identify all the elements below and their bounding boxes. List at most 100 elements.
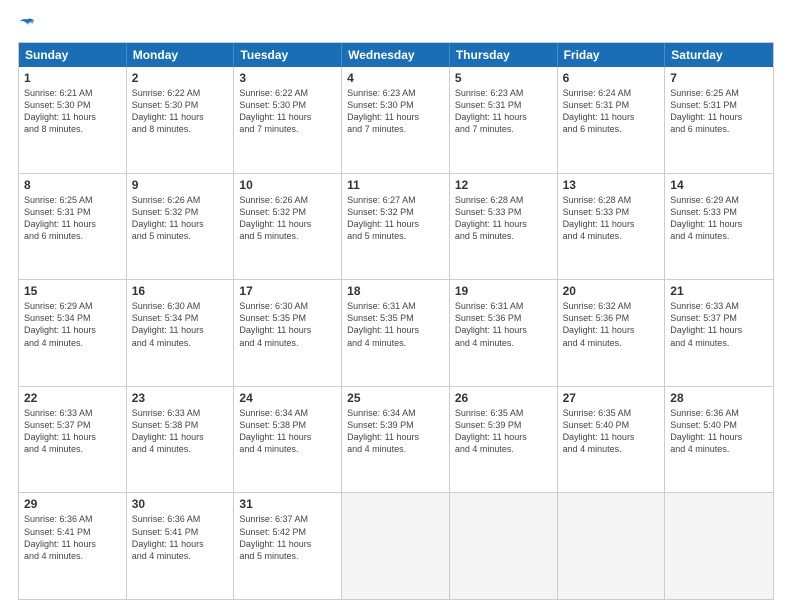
day-details: Sunrise: 6:30 AM Sunset: 5:34 PM Dayligh…: [132, 300, 229, 349]
header-day-tuesday: Tuesday: [234, 43, 342, 67]
day-number: 5: [455, 71, 552, 85]
calendar: SundayMondayTuesdayWednesdayThursdayFrid…: [18, 42, 774, 600]
day-number: 30: [132, 497, 229, 511]
day-number: 25: [347, 391, 444, 405]
day-cell-30: 30 Sunrise: 6:36 AM Sunset: 5:41 PM Dayli…: [127, 493, 235, 599]
day-number: 9: [132, 178, 229, 192]
day-cell-21: 21 Sunrise: 6:33 AM Sunset: 5:37 PM Dayli…: [665, 280, 773, 386]
day-details: Sunrise: 6:33 AM Sunset: 5:37 PM Dayligh…: [670, 300, 768, 349]
calendar-header: SundayMondayTuesdayWednesdayThursdayFrid…: [19, 43, 773, 67]
day-number: 17: [239, 284, 336, 298]
day-cell-22: 22 Sunrise: 6:33 AM Sunset: 5:37 PM Dayli…: [19, 387, 127, 493]
day-details: Sunrise: 6:37 AM Sunset: 5:42 PM Dayligh…: [239, 513, 336, 562]
day-details: Sunrise: 6:33 AM Sunset: 5:37 PM Dayligh…: [24, 407, 121, 456]
calendar-week-2: 8 Sunrise: 6:25 AM Sunset: 5:31 PM Daylig…: [19, 174, 773, 281]
day-number: 26: [455, 391, 552, 405]
empty-cell: [450, 493, 558, 599]
empty-cell: [558, 493, 666, 599]
day-number: 21: [670, 284, 768, 298]
day-cell-11: 11 Sunrise: 6:27 AM Sunset: 5:32 PM Dayli…: [342, 174, 450, 280]
day-details: Sunrise: 6:29 AM Sunset: 5:33 PM Dayligh…: [670, 194, 768, 243]
day-number: 3: [239, 71, 336, 85]
header-day-thursday: Thursday: [450, 43, 558, 67]
calendar-week-3: 15 Sunrise: 6:29 AM Sunset: 5:34 PM Dayli…: [19, 280, 773, 387]
day-cell-9: 9 Sunrise: 6:26 AM Sunset: 5:32 PM Daylig…: [127, 174, 235, 280]
day-cell-19: 19 Sunrise: 6:31 AM Sunset: 5:36 PM Dayli…: [450, 280, 558, 386]
day-details: Sunrise: 6:22 AM Sunset: 5:30 PM Dayligh…: [239, 87, 336, 136]
day-cell-2: 2Sunrise: 6:22 AM Sunset: 5:30 PM Daylig…: [127, 67, 235, 173]
day-details: Sunrise: 6:32 AM Sunset: 5:36 PM Dayligh…: [563, 300, 660, 349]
empty-cell: [342, 493, 450, 599]
day-number: 1: [24, 71, 121, 85]
day-details: Sunrise: 6:26 AM Sunset: 5:32 PM Dayligh…: [132, 194, 229, 243]
day-details: Sunrise: 6:22 AM Sunset: 5:30 PM Dayligh…: [132, 87, 229, 136]
day-number: 22: [24, 391, 121, 405]
day-details: Sunrise: 6:21 AM Sunset: 5:30 PM Dayligh…: [24, 87, 121, 136]
day-number: 31: [239, 497, 336, 511]
day-details: Sunrise: 6:33 AM Sunset: 5:38 PM Dayligh…: [132, 407, 229, 456]
calendar-body: 1 Sunrise: 6:21 AM Sunset: 5:30 PM Daylig…: [19, 67, 773, 599]
header: [18, 18, 774, 32]
day-number: 28: [670, 391, 768, 405]
logo-bird-icon: [20, 16, 34, 30]
day-details: Sunrise: 6:27 AM Sunset: 5:32 PM Dayligh…: [347, 194, 444, 243]
day-cell-24: 24 Sunrise: 6:34 AM Sunset: 5:38 PM Dayli…: [234, 387, 342, 493]
day-details: Sunrise: 6:29 AM Sunset: 5:34 PM Dayligh…: [24, 300, 121, 349]
day-details: Sunrise: 6:28 AM Sunset: 5:33 PM Dayligh…: [455, 194, 552, 243]
day-details: Sunrise: 6:28 AM Sunset: 5:33 PM Dayligh…: [563, 194, 660, 243]
calendar-week-5: 29 Sunrise: 6:36 AM Sunset: 5:41 PM Dayli…: [19, 493, 773, 599]
header-day-saturday: Saturday: [665, 43, 773, 67]
day-number: 16: [132, 284, 229, 298]
day-cell-8: 8 Sunrise: 6:25 AM Sunset: 5:31 PM Daylig…: [19, 174, 127, 280]
day-details: Sunrise: 6:24 AM Sunset: 5:31 PM Dayligh…: [563, 87, 660, 136]
day-details: Sunrise: 6:35 AM Sunset: 5:39 PM Dayligh…: [455, 407, 552, 456]
day-number: 15: [24, 284, 121, 298]
day-number: 10: [239, 178, 336, 192]
day-details: Sunrise: 6:23 AM Sunset: 5:31 PM Dayligh…: [455, 87, 552, 136]
day-details: Sunrise: 6:34 AM Sunset: 5:39 PM Dayligh…: [347, 407, 444, 456]
day-number: 8: [24, 178, 121, 192]
day-cell-16: 16 Sunrise: 6:30 AM Sunset: 5:34 PM Dayli…: [127, 280, 235, 386]
day-number: 4: [347, 71, 444, 85]
logo: [18, 18, 34, 32]
day-number: 24: [239, 391, 336, 405]
day-number: 27: [563, 391, 660, 405]
day-cell-29: 29 Sunrise: 6:36 AM Sunset: 5:41 PM Dayli…: [19, 493, 127, 599]
day-number: 14: [670, 178, 768, 192]
empty-cell: [665, 493, 773, 599]
day-details: Sunrise: 6:34 AM Sunset: 5:38 PM Dayligh…: [239, 407, 336, 456]
day-details: Sunrise: 6:35 AM Sunset: 5:40 PM Dayligh…: [563, 407, 660, 456]
day-details: Sunrise: 6:25 AM Sunset: 5:31 PM Dayligh…: [670, 87, 768, 136]
day-number: 18: [347, 284, 444, 298]
day-cell-15: 15 Sunrise: 6:29 AM Sunset: 5:34 PM Dayli…: [19, 280, 127, 386]
day-details: Sunrise: 6:31 AM Sunset: 5:36 PM Dayligh…: [455, 300, 552, 349]
day-number: 6: [563, 71, 660, 85]
day-cell-5: 5 Sunrise: 6:23 AM Sunset: 5:31 PM Daylig…: [450, 67, 558, 173]
day-cell-26: 26 Sunrise: 6:35 AM Sunset: 5:39 PM Dayli…: [450, 387, 558, 493]
day-details: Sunrise: 6:36 AM Sunset: 5:41 PM Dayligh…: [24, 513, 121, 562]
day-cell-28: 28 Sunrise: 6:36 AM Sunset: 5:40 PM Dayli…: [665, 387, 773, 493]
day-details: Sunrise: 6:30 AM Sunset: 5:35 PM Dayligh…: [239, 300, 336, 349]
page: SundayMondayTuesdayWednesdayThursdayFrid…: [0, 0, 792, 612]
day-number: 12: [455, 178, 552, 192]
day-cell-1: 1 Sunrise: 6:21 AM Sunset: 5:30 PM Daylig…: [19, 67, 127, 173]
day-details: Sunrise: 6:36 AM Sunset: 5:41 PM Dayligh…: [132, 513, 229, 562]
day-cell-7: 7 Sunrise: 6:25 AM Sunset: 5:31 PM Daylig…: [665, 67, 773, 173]
day-number: 7: [670, 71, 768, 85]
calendar-week-4: 22 Sunrise: 6:33 AM Sunset: 5:37 PM Dayli…: [19, 387, 773, 494]
day-cell-17: 17 Sunrise: 6:30 AM Sunset: 5:35 PM Dayli…: [234, 280, 342, 386]
day-number: 29: [24, 497, 121, 511]
day-details: Sunrise: 6:25 AM Sunset: 5:31 PM Dayligh…: [24, 194, 121, 243]
day-cell-3: 3 Sunrise: 6:22 AM Sunset: 5:30 PM Daylig…: [234, 67, 342, 173]
day-cell-4: 4Sunrise: 6:23 AM Sunset: 5:30 PM Daylig…: [342, 67, 450, 173]
day-number: 11: [347, 178, 444, 192]
header-day-sunday: Sunday: [19, 43, 127, 67]
logo-text: [18, 18, 34, 32]
day-details: Sunrise: 6:36 AM Sunset: 5:40 PM Dayligh…: [670, 407, 768, 456]
day-number: 13: [563, 178, 660, 192]
day-number: 19: [455, 284, 552, 298]
day-details: Sunrise: 6:26 AM Sunset: 5:32 PM Dayligh…: [239, 194, 336, 243]
day-cell-23: 23Sunrise: 6:33 AM Sunset: 5:38 PM Dayli…: [127, 387, 235, 493]
day-cell-6: 6 Sunrise: 6:24 AM Sunset: 5:31 PM Daylig…: [558, 67, 666, 173]
day-cell-10: 10 Sunrise: 6:26 AM Sunset: 5:32 PM Dayli…: [234, 174, 342, 280]
